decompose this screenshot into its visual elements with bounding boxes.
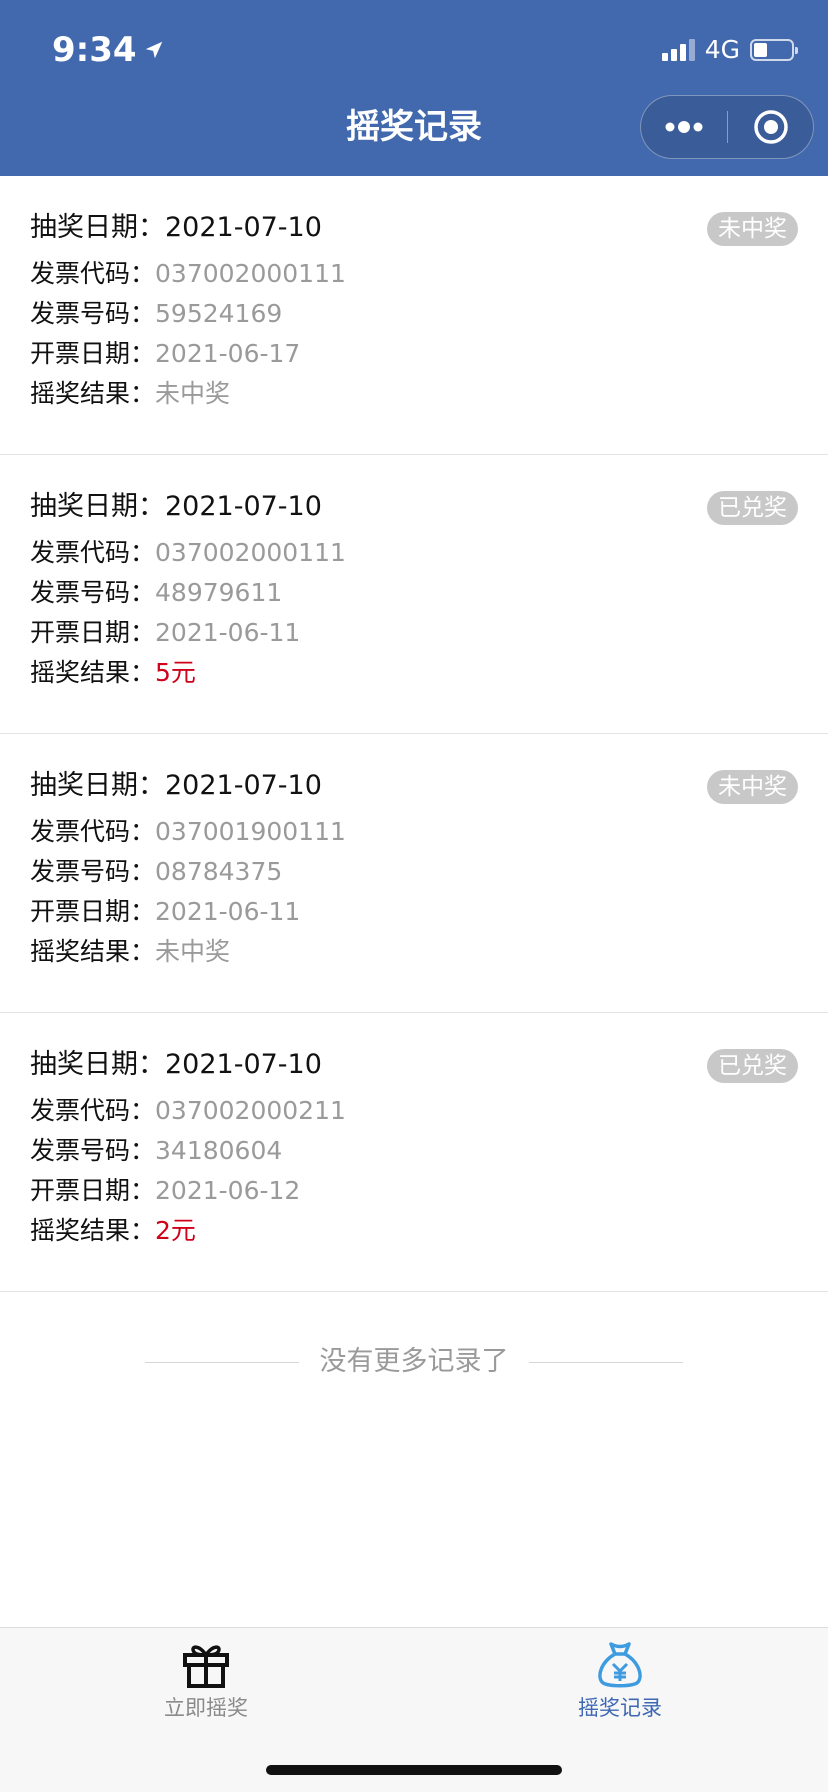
tab-label: 立即摇奖 <box>164 1696 248 1720</box>
issue-date-row: 开票日期：2021-06-12 <box>30 1176 301 1205</box>
result-row: 摇奖结果：未中奖 <box>30 937 231 966</box>
invoice-number-row: 发票号码：34180604 <box>30 1136 283 1165</box>
status-badge: 未中奖 <box>707 770 798 804</box>
record-list: 抽奖日期：2021-07-10 未中奖 发票代码：037002000111 发票… <box>0 176 828 1292</box>
status-time: 9:34 <box>52 28 165 72</box>
record-card[interactable]: 抽奖日期：2021-07-10 已兑奖 发票代码：037002000211 发票… <box>0 1013 828 1292</box>
invoice-code-row: 发票代码：037001900111 <box>30 817 346 846</box>
time-text: 9:34 <box>52 30 137 70</box>
invoice-number-row: 发票号码：59524169 <box>30 299 283 328</box>
invoice-code-row: 发票代码：037002000111 <box>30 259 346 288</box>
invoice-code-row: 发票代码：037002000111 <box>30 538 346 567</box>
money-bag-icon <box>598 1642 642 1688</box>
result-row: 摇奖结果：未中奖 <box>30 379 231 408</box>
more-button[interactable] <box>641 96 727 158</box>
draw-date: 抽奖日期：2021-07-10 <box>30 1049 322 1080</box>
draw-date: 抽奖日期：2021-07-10 <box>30 212 322 243</box>
home-indicator <box>266 1765 562 1775</box>
record-card[interactable]: 抽奖日期：2021-07-10 未中奖 发票代码：037002000111 发票… <box>0 176 828 455</box>
divider-line-right <box>529 1362 683 1363</box>
no-more-text: 没有更多记录了 <box>319 1346 509 1377</box>
invoice-number-row: 发票号码：08784375 <box>30 857 283 886</box>
status-badge: 已兑奖 <box>707 1049 798 1083</box>
record-card[interactable]: 抽奖日期：2021-07-10 未中奖 发票代码：037001900111 发票… <box>0 734 828 1013</box>
status-badge: 未中奖 <box>707 212 798 246</box>
location-arrow-icon <box>145 41 162 59</box>
battery-icon <box>750 39 798 61</box>
tab-draw-records[interactable]: 摇奖记录 <box>520 1640 720 1740</box>
status-indicators: 4G <box>661 32 798 68</box>
invoice-number-row: 发票号码：48979611 <box>30 578 283 607</box>
close-mini-program-button[interactable] <box>728 96 814 158</box>
issue-date-row: 开票日期：2021-06-17 <box>30 339 301 368</box>
issue-date-row: 开票日期：2021-06-11 <box>30 618 301 647</box>
draw-date: 抽奖日期：2021-07-10 <box>30 770 322 801</box>
tab-draw-now[interactable]: 立即摇奖 <box>106 1640 306 1740</box>
status-bar: 9:34 4G <box>0 0 828 90</box>
target-icon <box>754 110 788 144</box>
network-type: 4G <box>704 35 740 64</box>
status-badge: 已兑奖 <box>707 491 798 525</box>
signal-icon <box>661 39 695 61</box>
more-dots-icon <box>665 121 703 133</box>
draw-date: 抽奖日期：2021-07-10 <box>30 491 322 522</box>
battery-level <box>754 43 767 57</box>
tab-label: 摇奖记录 <box>578 1696 662 1720</box>
invoice-code-row: 发票代码：037002000211 <box>30 1096 346 1125</box>
result-row: 摇奖结果：5元 <box>30 658 196 687</box>
mini-program-capsule <box>640 95 814 159</box>
gift-icon <box>183 1645 229 1688</box>
no-more-records: 没有更多记录了 <box>0 1342 828 1382</box>
result-row: 摇奖结果：2元 <box>30 1216 196 1245</box>
issue-date-row: 开票日期：2021-06-11 <box>30 897 301 926</box>
record-card[interactable]: 抽奖日期：2021-07-10 已兑奖 发票代码：037002000111 发票… <box>0 455 828 734</box>
app-header: 9:34 4G 摇奖记录 <box>0 0 828 176</box>
